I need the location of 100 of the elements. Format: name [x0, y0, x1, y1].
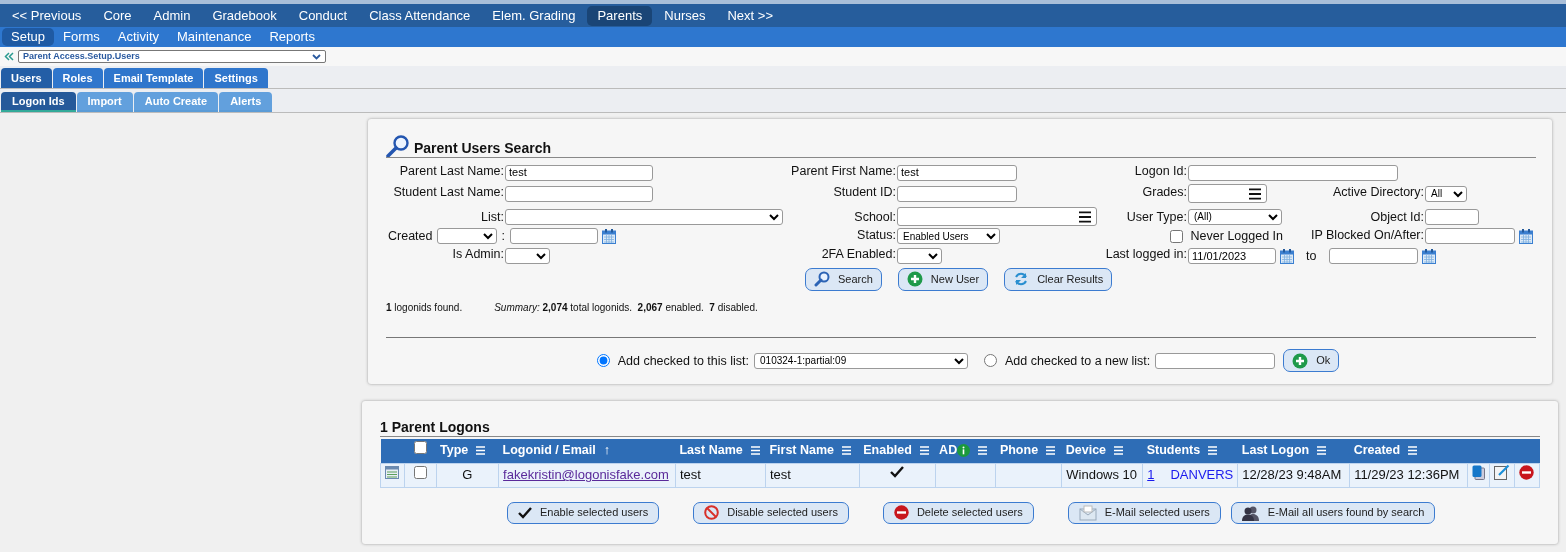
- table-cell: G: [436, 463, 499, 487]
- nav-tab[interactable]: Forms: [54, 28, 109, 46]
- delete-icon[interactable]: [1519, 464, 1535, 480]
- nav-tab[interactable]: Next >>: [717, 5, 783, 26]
- dropdown[interactable]: All: [1425, 185, 1467, 202]
- radio-button[interactable]: [984, 354, 997, 367]
- radio-label: Add checked to a new list:: [1005, 352, 1152, 370]
- nav-tab[interactable]: Reports: [260, 28, 324, 46]
- people-icon: [1241, 504, 1260, 521]
- field-label: Active Directory:: [1332, 184, 1425, 201]
- lookup-field[interactable]: [897, 207, 1097, 226]
- checkbox[interactable]: [413, 441, 427, 455]
- field-label: Object Id:: [1369, 209, 1425, 225]
- input-field[interactable]: test: [897, 164, 1017, 181]
- grid-icon[interactable]: [385, 466, 400, 480]
- checkbox[interactable]: [1169, 229, 1183, 243]
- menu-icon: [1317, 446, 1327, 456]
- student-link[interactable]: DANVERS: [1170, 467, 1234, 483]
- column-header[interactable]: Logonid / Email: [502, 441, 596, 461]
- tab[interactable]: Email Template: [103, 68, 204, 88]
- dropdown[interactable]: [897, 248, 942, 264]
- nav-tab[interactable]: Gradebook: [202, 5, 287, 26]
- input-field[interactable]: [1188, 164, 1398, 181]
- table-cell: test: [765, 463, 860, 487]
- nav-tab[interactable]: Maintenance: [168, 28, 261, 46]
- button[interactable]: E-Mail selected users: [1067, 501, 1221, 524]
- field-label: Last logged in:: [1104, 246, 1188, 263]
- dropdown[interactable]: [437, 228, 498, 244]
- nav-tab[interactable]: Setup: [2, 28, 54, 46]
- check-icon: [518, 505, 532, 520]
- nav-tab[interactable]: Elem. Grading: [482, 5, 586, 26]
- input-field[interactable]: [1155, 352, 1276, 369]
- nav-tab[interactable]: Admin: [143, 5, 201, 26]
- ok-button[interactable]: Ok: [1283, 349, 1340, 372]
- button[interactable]: Search: [805, 267, 882, 291]
- table-cell: test: [675, 463, 766, 487]
- button[interactable]: New User: [897, 267, 989, 291]
- input-field[interactable]: [505, 185, 653, 202]
- calendar-icon: [601, 228, 616, 244]
- sort-arrow[interactable]: ↑: [603, 441, 610, 461]
- plus-icon: [906, 271, 923, 287]
- button[interactable]: Disable selected users: [693, 501, 849, 524]
- tab[interactable]: Users: [1, 68, 52, 88]
- student-count-link[interactable]: 1: [1147, 467, 1155, 483]
- tab[interactable]: Settings: [204, 68, 268, 88]
- button[interactable]: E-Mail all users found by search: [1230, 501, 1436, 524]
- plus-icon: [1292, 352, 1309, 369]
- input-field[interactable]: test: [505, 164, 653, 181]
- date-field[interactable]: [1425, 228, 1515, 244]
- checkbox[interactable]: [413, 466, 427, 480]
- field-label: List:: [480, 209, 505, 225]
- breadcrumb-dropdown[interactable]: Parent Access.Setup.Users: [18, 50, 326, 63]
- button[interactable]: Clear Results: [1004, 267, 1113, 291]
- nav-tab[interactable]: Conduct: [288, 5, 358, 26]
- menu-icon: [919, 446, 929, 456]
- nav-tab[interactable]: Activity: [108, 28, 168, 46]
- tab[interactable]: Logon Ids: [1, 92, 76, 112]
- menu-icon: [1208, 446, 1218, 456]
- list-icon: [1248, 187, 1262, 200]
- input-field[interactable]: [1425, 208, 1479, 225]
- menu-icon: [1114, 446, 1124, 456]
- minus-icon: [893, 505, 909, 520]
- nav-tab[interactable]: << Previous: [2, 5, 92, 26]
- field-label: 2FA Enabled:: [820, 246, 897, 263]
- field-label: Is Admin:: [451, 246, 505, 263]
- panel-title: Parent Users Search: [414, 139, 551, 157]
- dropdown[interactable]: 010324-1:partial:09: [754, 352, 968, 369]
- nav-tab[interactable]: Parents: [587, 5, 653, 26]
- date-field[interactable]: 11/01/2023: [1188, 248, 1276, 264]
- copy-icon[interactable]: [1471, 464, 1485, 480]
- input-field[interactable]: [897, 185, 1017, 202]
- nav-tab[interactable]: Class Attendance: [359, 5, 481, 26]
- tab[interactable]: Roles: [52, 68, 103, 88]
- dropdown[interactable]: Enabled Users: [897, 228, 1000, 244]
- menu-icon: [1046, 446, 1056, 456]
- dropdown[interactable]: (All): [1188, 208, 1282, 225]
- separator: :: [501, 228, 506, 245]
- menu-icon: [842, 446, 851, 456]
- field-label: Student ID:: [832, 184, 897, 201]
- button[interactable]: Delete selected users: [882, 501, 1034, 524]
- dropdown[interactable]: [505, 248, 550, 264]
- radio-button[interactable]: [596, 354, 610, 367]
- field-label: Student Last Name:: [392, 184, 505, 201]
- field-label: Parent First Name:: [790, 163, 897, 180]
- search-icon: [386, 135, 410, 157]
- envelope-icon: [1078, 504, 1097, 521]
- separator: to: [1306, 248, 1318, 265]
- field-label: Logon Id:: [1133, 163, 1188, 180]
- edit-icon[interactable]: [1493, 464, 1510, 481]
- nav-tab[interactable]: Nurses: [654, 5, 716, 26]
- lookup-field[interactable]: [1188, 184, 1267, 203]
- nav-tab[interactable]: Core: [93, 5, 142, 26]
- table-cell: 12/28/23 9:48AM: [1237, 463, 1350, 487]
- menu-icon: [978, 446, 988, 456]
- button[interactable]: Enable selected users: [507, 501, 660, 524]
- double-chevron-icon[interactable]: [4, 52, 14, 61]
- date-field[interactable]: [1329, 248, 1419, 264]
- date-field[interactable]: [509, 228, 598, 244]
- summary-text: Summary: 2,074 total logonids. 2,067 enabled. 7 disabled.: [494, 301, 758, 315]
- section-title: 1 Parent Logons: [380, 419, 1540, 437]
